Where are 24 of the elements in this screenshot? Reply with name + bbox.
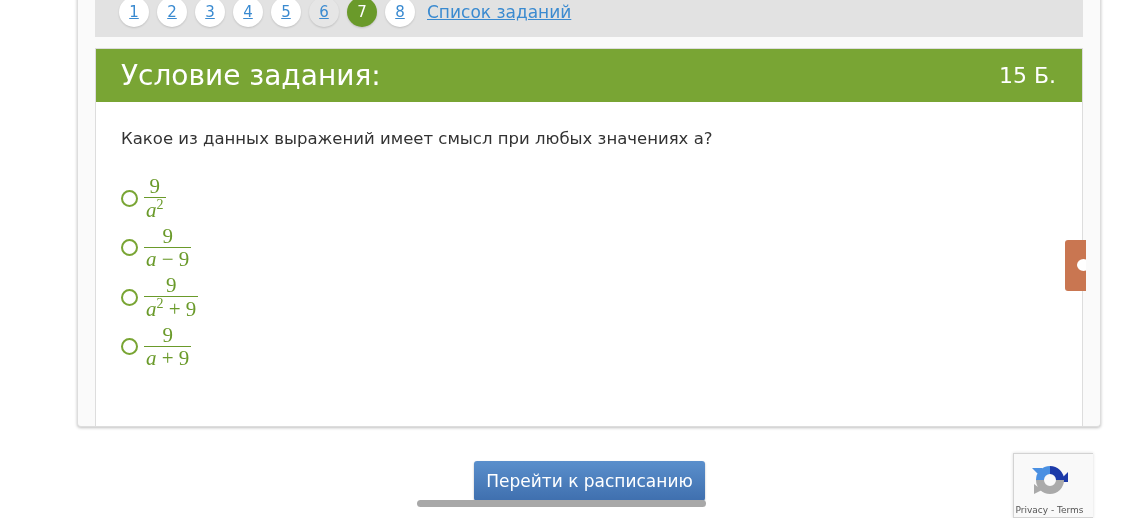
page-link[interactable]: 6 — [309, 0, 339, 27]
fraction: 9 a$^{2}$ — [144, 175, 166, 222]
fraction: 9 a − 9 — [144, 225, 192, 271]
scrollbar[interactable] — [417, 500, 706, 507]
task-list-link[interactable]: Список заданий — [427, 1, 572, 22]
task-points: 15 Б. — [998, 63, 1056, 88]
fraction: 9 a + 9 — [144, 324, 192, 370]
privacy-terms-links[interactable]: Privacy - Terms — [1015, 505, 1084, 515]
page-link[interactable]: 8 — [385, 0, 415, 27]
page-link[interactable]: 3 — [195, 0, 225, 27]
radio-button[interactable] — [121, 189, 138, 207]
page-link[interactable]: 5 — [271, 0, 301, 27]
fraction: 9 a$^{2}$ + 9 — [144, 274, 199, 321]
schedule-button[interactable]: Перейти к расписанию — [474, 461, 705, 501]
task-title: Условие задания: — [121, 59, 381, 92]
radio-button[interactable] — [121, 239, 138, 257]
feedback-tab[interactable] — [1065, 240, 1086, 291]
question-text: Какое из данных выражений имеет смысл при любых значениях а? — [121, 129, 714, 148]
page-link[interactable]: 2 — [157, 0, 187, 27]
page-link[interactable]: 1 — [119, 0, 149, 27]
radio-button[interactable] — [121, 338, 138, 356]
page-link[interactable]: 4 — [233, 0, 263, 27]
page-link[interactable]: 7 — [347, 0, 377, 27]
radio-button[interactable] — [121, 288, 138, 306]
